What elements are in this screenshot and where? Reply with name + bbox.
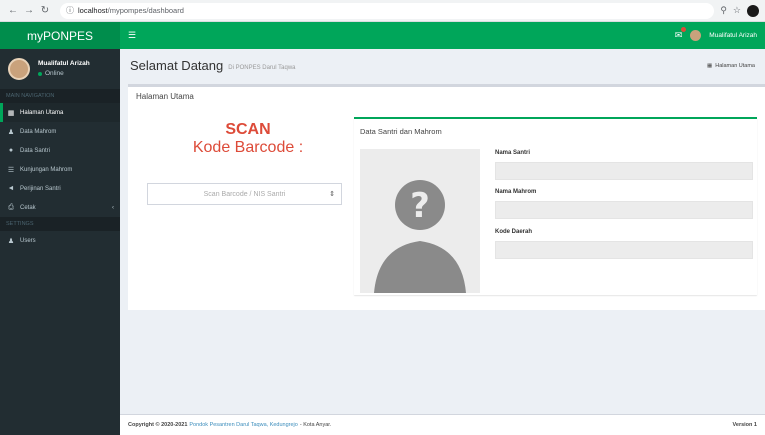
scan-title: SCAN xyxy=(225,121,271,138)
box-title: Halaman Utama xyxy=(136,92,194,101)
star-icon[interactable]: ☆ xyxy=(733,5,741,16)
user-name: Mualifatul Arizah xyxy=(38,60,90,67)
content-header: Selamat Datang Di PONPES Darul Taqwa ▦ H… xyxy=(120,49,765,82)
page-title: Selamat Datang xyxy=(130,58,224,73)
online-dot-icon xyxy=(38,72,42,76)
footer-copyright: Copyright © 2020-2021 xyxy=(128,422,188,428)
sidebar-item-label: Data Mahrom xyxy=(20,128,57,135)
menu-header-settings: SETTINGS xyxy=(0,217,120,231)
user-panel: Mualifatul Arizah Online xyxy=(0,49,120,89)
address-bar[interactable]: ⓘ localhost /mypompes/dashboard xyxy=(60,2,715,19)
user-icon: ♟ xyxy=(7,237,15,245)
placeholder-avatar-icon: ? xyxy=(360,149,480,293)
menu-header-main: MAIN NAVIGATION xyxy=(0,89,120,103)
chevron-left-icon: ‹ xyxy=(112,204,114,211)
sidebar-item-label: Users xyxy=(20,237,36,244)
top-user-name[interactable]: Mualifatul Arizah xyxy=(709,32,757,39)
profile-icon[interactable] xyxy=(747,4,759,17)
barcode-placeholder: Scan Barcode / NIS Santri xyxy=(203,190,286,198)
sidebar-item-data-santri[interactable]: ● Data Santri xyxy=(0,141,120,160)
arrow-right-icon[interactable]: → xyxy=(22,4,36,18)
top-navbar: ☰ ✉ Mualifatul Arizah xyxy=(120,22,765,49)
info-icon[interactable]: ⓘ xyxy=(66,5,74,16)
zoom-icon[interactable]: ⚲ xyxy=(720,5,727,16)
footer-version: Version 1 xyxy=(732,422,757,428)
sidebar-item-label: Halaman Utama xyxy=(20,109,64,116)
dashboard-icon: ▦ xyxy=(7,109,15,117)
field-label-nama-santri: Nama Santri xyxy=(495,150,531,156)
browser-toolbar: ← → ↻ ⓘ localhost /mypompes/dashboard ⚲ … xyxy=(0,0,765,22)
users-icon: ♟ xyxy=(7,128,15,136)
menu-toggle-icon[interactable]: ☰ xyxy=(128,30,136,41)
reload-icon[interactable]: ↻ xyxy=(38,4,52,18)
sidebar-item-label: Cetak xyxy=(20,204,36,211)
page-subtitle: Di PONPES Darul Taqwa xyxy=(228,64,296,71)
field-label-kode-daerah: Kode Daerah xyxy=(495,229,533,235)
user-status: Online xyxy=(45,70,64,77)
kode-daerah-field[interactable] xyxy=(495,241,753,259)
detail-title: Data Santri dan Mahrom xyxy=(360,127,442,136)
sidebar-item-data-mahrom[interactable]: ♟ Data Mahrom xyxy=(0,122,120,141)
footer-credit: - Kota Anyar. xyxy=(299,422,332,428)
detail-box: Data Santri dan Mahrom ? Nama Santri Nam… xyxy=(354,117,757,295)
logo-text: myPONPES xyxy=(26,28,93,43)
sidebar-item-cetak[interactable]: ⎙ Cetak ‹ xyxy=(0,198,120,217)
scan-subtitle: Kode Barcode : xyxy=(192,139,304,156)
bell-icon[interactable]: ✉ xyxy=(675,27,687,41)
barcode-input[interactable]: Scan Barcode / NIS Santri ⇕ xyxy=(147,183,342,205)
megaphone-icon: ◄ xyxy=(7,185,15,192)
print-icon: ⎙ xyxy=(8,203,14,211)
footer: Copyright © 2020-2021 Pondok Pesantren D… xyxy=(120,414,765,435)
nama-mahrom-field[interactable] xyxy=(495,201,753,219)
list-icon: ☰ xyxy=(7,166,15,174)
url-host: localhost xyxy=(78,6,108,15)
breadcrumb: ▦ Halaman Utama xyxy=(707,63,755,69)
spinner-arrows-icon[interactable]: ⇕ xyxy=(329,190,335,198)
avatar[interactable] xyxy=(690,30,702,41)
user-icon: ● xyxy=(8,147,14,154)
sidebar-item-label: Kunjungan Mahrom xyxy=(20,166,73,173)
sidebar-item-label: Data Santri xyxy=(20,147,51,154)
sidebar-item-label: Perijinan Santri xyxy=(20,185,61,192)
svg-text:?: ? xyxy=(410,186,430,226)
arrow-left-icon[interactable]: ← xyxy=(6,4,20,18)
sidebar-item-users[interactable]: ♟ Users xyxy=(0,231,120,250)
sidebar-item-kunjungan-mahrom[interactable]: ☰ Kunjungan Mahrom xyxy=(0,160,120,179)
field-label-nama-mahrom: Nama Mahrom xyxy=(495,189,537,195)
avatar xyxy=(8,58,30,80)
dashboard-icon: ▦ xyxy=(707,62,713,69)
sidebar: myPONPES Mualifatul Arizah Online MAIN N… xyxy=(0,22,120,435)
breadcrumb-item[interactable]: Halaman Utama xyxy=(715,63,755,69)
main-box: Halaman Utama SCAN Kode Barcode : Scan B… xyxy=(128,84,765,310)
app-logo[interactable]: myPONPES xyxy=(0,22,120,49)
sidebar-item-halaman-utama[interactable]: ▦ Halaman Utama xyxy=(0,103,120,122)
footer-org-link[interactable]: Pondok Pesantren Darul Taqwa, Kedungrejo xyxy=(189,422,297,428)
sidebar-item-perijinan-santri[interactable]: ◄ Perijinan Santri xyxy=(0,179,120,198)
nama-santri-field[interactable] xyxy=(495,162,753,180)
url-path: /mypompes/dashboard xyxy=(107,6,184,15)
notification-badge xyxy=(681,27,687,32)
